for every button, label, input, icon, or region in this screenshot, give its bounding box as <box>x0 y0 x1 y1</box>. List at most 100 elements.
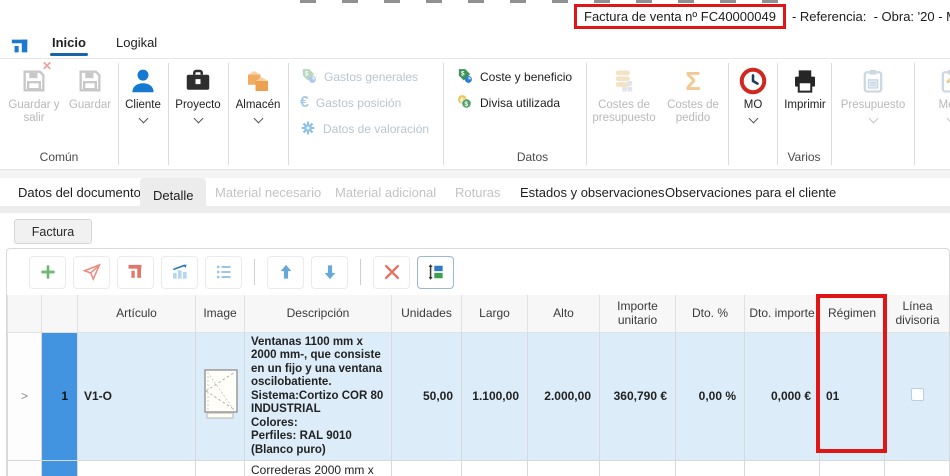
mo-button[interactable]: MO <box>730 63 776 149</box>
importe-unitario-cell[interactable]: 360,790 € <box>599 331 676 461</box>
header-image[interactable]: Image <box>195 295 245 333</box>
menu-bar: Inicio Logikal <box>0 30 950 58</box>
proyecto-button[interactable]: Proyecto <box>170 63 226 149</box>
header-largo[interactable]: Largo <box>461 295 528 333</box>
coin-stack-icon <box>610 63 638 99</box>
table-row[interactable]: Correderas 2000 mm x <box>7 460 949 476</box>
alto-cell[interactable]: 2.000,00 <box>527 331 600 461</box>
datos-valoracion-button: Datos de valoración <box>300 119 429 139</box>
clock-icon <box>738 63 768 99</box>
descripcion-cell[interactable]: Ventanas 1100 mm x 2000 mm-, que consist… <box>244 331 392 461</box>
importe-unitario-cell[interactable] <box>599 460 676 476</box>
header-descripcion[interactable]: Descripción <box>244 295 392 333</box>
descripcion-text: Correderas 2000 mm x <box>251 463 374 476</box>
chevron-down-icon <box>868 113 878 124</box>
regimen-cell[interactable]: 01 <box>819 331 885 461</box>
add-row-button[interactable] <box>29 255 66 289</box>
tab-inicio[interactable]: Inicio <box>50 35 88 56</box>
header-alto[interactable]: Alto <box>527 295 600 333</box>
row-height-button[interactable] <box>417 255 454 289</box>
move-down-button[interactable] <box>311 255 348 289</box>
invoice-lines-panel: Artículo Image Descripción Unidades Larg… <box>6 248 950 476</box>
delete-row-button[interactable] <box>373 255 410 289</box>
ribbon-separator <box>118 63 119 165</box>
grid-toolbar <box>7 249 949 295</box>
linea-divisoria-cell[interactable] <box>884 460 949 476</box>
alto-cell[interactable] <box>527 460 600 476</box>
imprimir-button[interactable]: Imprimir <box>779 63 831 149</box>
tab-observaciones-para-el-cliente[interactable]: Observaciones para el cliente <box>652 178 849 206</box>
ribbon-group-datos: Datos <box>516 150 549 164</box>
ribbon-group-comun: Común <box>39 150 79 164</box>
price-tag-clock-icon: $ <box>300 67 317 87</box>
chevron-down-icon <box>253 113 263 124</box>
header-articulo[interactable]: Artículo <box>77 295 196 333</box>
document-reference: - Referencia: - Obra: '20 - MV PR <box>791 8 950 24</box>
largo-cell[interactable]: 1.100,00 <box>461 331 528 461</box>
header-dto-importe[interactable]: Dto. importe <box>744 295 820 333</box>
largo-cell[interactable] <box>461 460 528 476</box>
mediciones-label: Medi <box>938 99 950 111</box>
warehouse-boxes-icon <box>243 63 273 99</box>
costes-presupuesto-button: Costes de presupuesto <box>590 63 658 149</box>
cliente-button[interactable]: Cliente <box>120 63 166 149</box>
image-cell[interactable] <box>195 331 245 461</box>
costes-presupuesto-label: Costes de presupuesto <box>592 99 656 124</box>
linea-divisoria-checkbox[interactable] <box>911 388 924 402</box>
logikal-position-button[interactable] <box>117 255 154 289</box>
briefcase-icon <box>183 63 213 99</box>
tab-datos-del-documento[interactable]: Datos del documento <box>5 178 154 206</box>
tab-detalle[interactable]: Detalle <box>140 178 207 213</box>
clipboard-icon <box>859 63 887 99</box>
svg-text:$: $ <box>305 71 309 78</box>
dto-pct-cell[interactable]: 0,00 % <box>675 331 745 461</box>
header-regimen[interactable]: Régimen <box>819 295 885 333</box>
descripcion-cell[interactable]: Correderas 2000 mm x <box>244 460 392 476</box>
coste-y-beneficio-button[interactable]: $ Coste y beneficio <box>456 67 572 87</box>
table-row[interactable]: > 1 V1-O Ventanas 1100 mm x 2000 mm-, qu… <box>7 331 949 461</box>
articulo-cell[interactable]: V1-O <box>77 331 196 461</box>
divisa-utilizada-button[interactable]: € $ Divisa utilizada <box>456 93 560 113</box>
regimen-cell[interactable] <box>819 460 885 476</box>
header-dto-pct[interactable]: Dto. % <box>675 295 745 333</box>
chart-position-button[interactable] <box>161 255 198 289</box>
articulo-cell[interactable] <box>77 460 196 476</box>
row-indicator: > <box>7 331 42 461</box>
svg-text:$: $ <box>465 101 469 108</box>
almacen-button[interactable]: Almacén <box>230 63 286 149</box>
header-unidades[interactable]: Unidades <box>391 295 462 333</box>
unidades-cell[interactable] <box>391 460 462 476</box>
tab-factura[interactable]: Factura <box>14 219 92 244</box>
unidades-cell[interactable]: 50,00 <box>391 331 462 461</box>
chevron-down-icon <box>138 113 148 124</box>
header-row-number <box>41 295 78 333</box>
header-linea-divisoria[interactable]: Línea divisoria <box>884 295 949 333</box>
gastos-posicion-label: Gastos posición <box>315 96 402 110</box>
divisa-utilizada-label: Divisa utilizada <box>480 96 561 110</box>
costes-pedido-button: Σ Costes de pedido <box>660 63 726 149</box>
tab-material-adicional: Material adicional <box>335 184 437 200</box>
dto-importe-cell[interactable] <box>744 460 820 476</box>
coste-y-beneficio-label: Coste y beneficio <box>480 70 573 84</box>
price-tag-chart-icon: $ <box>456 67 473 87</box>
euro-icon: € <box>300 94 309 111</box>
proyecto-label: Proyecto <box>175 99 221 111</box>
header-importe-unitario[interactable]: Importe unitario <box>599 295 676 333</box>
guardar-label: Guardar <box>68 99 112 111</box>
ribbon-separator <box>228 63 229 165</box>
ribbon-separator <box>168 63 169 165</box>
person-icon <box>128 63 158 99</box>
tab-roturas: Roturas <box>455 184 501 200</box>
divider-band <box>0 170 950 178</box>
highlighted-title-box: Factura de venta nº FC40000049 <box>574 3 786 29</box>
list-button[interactable] <box>205 255 242 289</box>
linea-divisoria-cell[interactable] <box>884 331 949 461</box>
dto-importe-cell[interactable]: 0,000 € <box>744 331 820 461</box>
image-cell[interactable] <box>195 460 245 476</box>
send-position-button[interactable] <box>73 255 110 289</box>
header-row-indicator <box>7 295 42 333</box>
move-up-button[interactable] <box>267 255 304 289</box>
gastos-posicion-button: € Gastos posición <box>300 93 401 113</box>
dto-pct-cell[interactable] <box>675 460 745 476</box>
tab-logikal[interactable]: Logikal <box>116 35 157 50</box>
